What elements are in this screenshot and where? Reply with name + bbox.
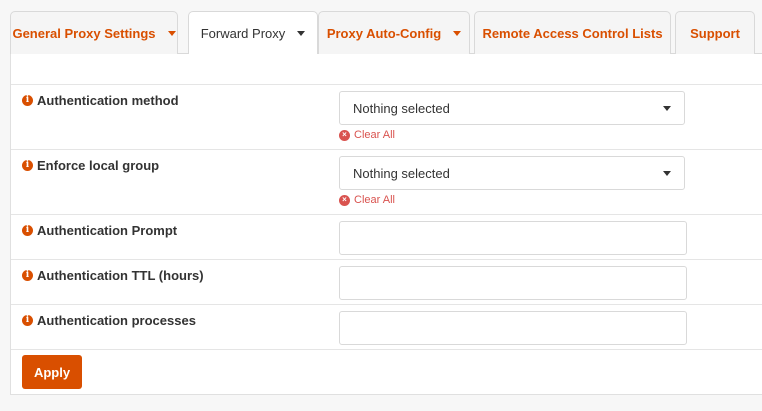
tab-label: General Proxy Settings [12,25,156,41]
tab-label: Remote Access Control Lists [482,25,663,41]
times-circle-icon: × [339,194,350,206]
auth-method-select[interactable]: Nothing selected [339,91,685,125]
info-icon[interactable]: i [22,315,33,326]
tab-label: Support [690,25,740,41]
tab-label: Forward Proxy [200,26,286,41]
caret-down-icon [167,30,176,36]
apply-button[interactable]: Apply [22,355,82,389]
local-group-label: i Enforce local group [22,158,159,173]
select-value: Nothing selected [353,100,450,116]
settings-panel: i Authentication method Nothing selected… [10,54,762,395]
tab-proxy-auto-config[interactable]: Proxy Auto-Config [318,11,470,54]
auth-processes-row: i Authentication processes [11,304,762,349]
tab-bar: General Proxy Settings Forward Proxy Pro… [10,11,762,55]
select-value: Nothing selected [353,165,450,181]
auth-ttl-input[interactable] [339,266,687,300]
caret-down-icon [453,30,462,36]
auth-processes-label: i Authentication processes [22,313,196,328]
info-icon[interactable]: i [22,160,33,171]
auth-method-label: i Authentication method [22,93,179,108]
auth-method-clear-all[interactable]: × Clear All [339,129,395,141]
tab-label: Proxy Auto-Config [326,25,442,41]
info-icon[interactable]: i [22,225,33,236]
caret-down-icon [663,106,671,111]
auth-prompt-label: i Authentication Prompt [22,223,177,238]
local-group-row: i Enforce local group Nothing selected ×… [11,149,762,214]
times-circle-icon: × [339,129,350,141]
caret-down-icon [297,31,306,36]
tab-forward-proxy[interactable]: Forward Proxy [188,11,318,55]
local-group-clear-all[interactable]: × Clear All [339,194,395,206]
auth-prompt-row: i Authentication Prompt [11,214,762,259]
caret-down-icon [663,171,671,176]
auth-processes-input[interactable] [339,311,687,345]
divider [11,349,762,350]
tab-general-proxy-settings[interactable]: General Proxy Settings [10,11,178,54]
auth-ttl-label: i Authentication TTL (hours) [22,268,204,283]
tab-remote-access-control-lists[interactable]: Remote Access Control Lists [474,11,671,54]
auth-prompt-input[interactable] [339,221,687,255]
auth-method-row: i Authentication method Nothing selected… [11,84,762,149]
local-group-select[interactable]: Nothing selected [339,156,685,190]
info-icon[interactable]: i [22,95,33,106]
tab-support[interactable]: Support [675,11,755,54]
info-icon[interactable]: i [22,270,33,281]
auth-ttl-row: i Authentication TTL (hours) [11,259,762,304]
